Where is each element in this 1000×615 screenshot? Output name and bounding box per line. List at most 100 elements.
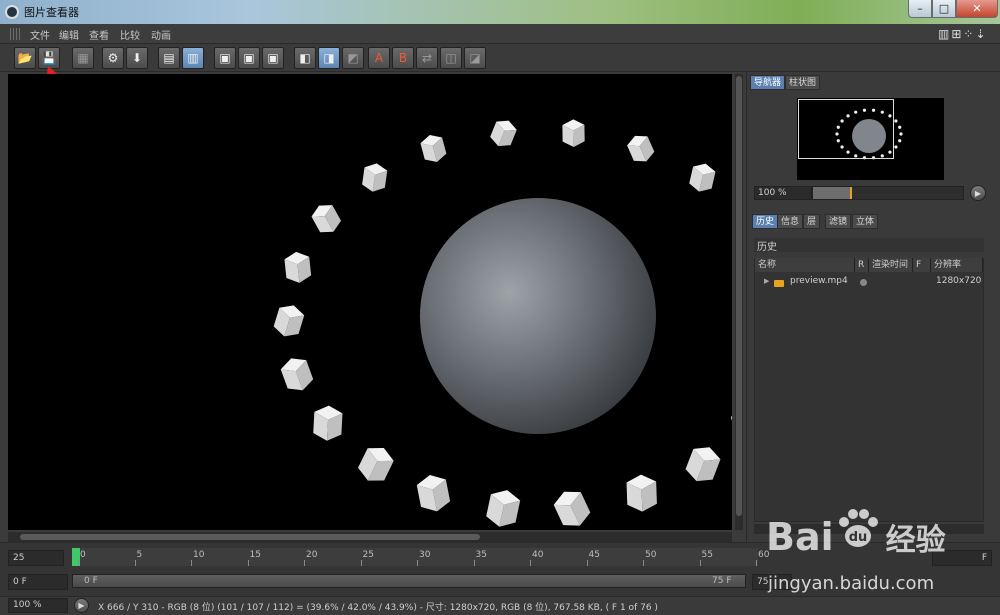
cube: [486, 490, 521, 527]
ruler-label: 25: [362, 550, 374, 560]
cube: [311, 205, 342, 233]
ruler-label: 45: [588, 550, 600, 560]
ruler-tick: [247, 560, 249, 566]
cube: [490, 120, 517, 147]
cube: [730, 406, 732, 441]
horizontal-scroll-thumb[interactable]: [20, 534, 480, 540]
ruler-tick: [643, 560, 644, 566]
col-resolution[interactable]: 分辨率: [931, 258, 983, 272]
ruler-label: 40: [532, 550, 544, 560]
window-title: 图片查看器: [24, 6, 79, 19]
cube: [280, 358, 314, 391]
filter-icon[interactable]: ◪: [464, 47, 486, 69]
play-icon[interactable]: ▶: [970, 185, 986, 201]
ruler-label: 15: [249, 550, 261, 560]
set-a-icon[interactable]: A: [368, 47, 390, 69]
image-viewport[interactable]: [8, 74, 732, 530]
navigator-zoom-field[interactable]: 100 %: [754, 186, 812, 200]
ruler-label: 35: [475, 550, 487, 560]
ruler-tick: [530, 560, 531, 566]
frame-range-bar[interactable]: [72, 574, 746, 588]
range-start-label: 0 F: [84, 576, 98, 586]
ruler-tick: [586, 560, 588, 566]
pixel-info-text: X 666 / Y 310 - RGB (8 位) (101 / 107 / 1…: [98, 603, 658, 613]
col-name[interactable]: 名称: [755, 258, 855, 272]
tab-histogram[interactable]: 柱状图: [785, 75, 821, 90]
start-frame-field[interactable]: 0 F: [8, 574, 68, 590]
maximize-button[interactable]: □: [932, 0, 956, 18]
cube: [626, 474, 657, 512]
ruler-tick: [360, 560, 362, 566]
tab-history[interactable]: 历史: [752, 214, 779, 229]
render-status-icon: [860, 279, 867, 286]
history-row-name[interactable]: preview.mp4: [790, 276, 848, 286]
rendered-image: [273, 119, 732, 527]
ruler-label: 50: [645, 550, 657, 560]
ruler-label: 0: [80, 550, 86, 560]
col-r[interactable]: R: [855, 258, 869, 272]
vertical-scroll-thumb[interactable]: [736, 76, 742, 516]
navigator-view-frame[interactable]: [798, 99, 894, 159]
open-icon[interactable]: 📂: [14, 47, 36, 69]
ruler-tick: [473, 560, 475, 566]
minimize-button[interactable]: –: [908, 0, 932, 18]
ab-split-icon[interactable]: ◨: [318, 47, 340, 69]
title-bar: [0, 0, 1000, 24]
menu-view[interactable]: 查看: [89, 27, 109, 42]
ruler-tick: [134, 560, 136, 566]
cube: [553, 491, 591, 526]
toolbar: [0, 44, 1000, 72]
ruler-label: 10: [193, 550, 205, 560]
tab-filter[interactable]: 滤镜: [825, 214, 852, 229]
baidu-paw-logo: du: [839, 509, 878, 547]
zoom-slider-fill: [813, 187, 850, 199]
grip-icon[interactable]: [10, 28, 20, 40]
layers-icon[interactable]: ▤: [158, 47, 180, 69]
ruler-tick: [417, 560, 418, 566]
status-play-icon[interactable]: ▶: [74, 598, 89, 613]
frame-a-icon[interactable]: ▣: [214, 47, 236, 69]
ab-compare-icon[interactable]: ◧: [294, 47, 316, 69]
history-heading: 历史: [754, 238, 984, 253]
history-table: [754, 258, 984, 522]
svg-text:du: du: [849, 530, 868, 545]
frame-b-icon[interactable]: ▣: [238, 47, 260, 69]
ruler-label: 30: [419, 550, 431, 560]
menu-compare[interactable]: 比较: [120, 27, 140, 42]
fps-field[interactable]: 25: [8, 550, 64, 566]
col-render-time[interactable]: 渲染时间: [869, 258, 913, 272]
tab-stereo[interactable]: 立体: [852, 214, 879, 229]
tab-layers[interactable]: 层: [803, 214, 821, 229]
expand-icon[interactable]: ▶: [764, 277, 769, 285]
stack-icon[interactable]: ▥: [182, 47, 204, 69]
ruler-tick: [699, 560, 701, 566]
set-b-icon[interactable]: B: [392, 47, 414, 69]
zoom-slider-handle[interactable]: [850, 187, 852, 199]
cube: [685, 447, 721, 482]
history-row-resolution: 1280x720: [936, 276, 982, 286]
render-region-icon[interactable]: ⬇: [126, 47, 148, 69]
status-zoom-field[interactable]: 100 %: [8, 598, 68, 613]
render-settings-icon[interactable]: ⚙: [102, 47, 124, 69]
cube: [689, 163, 716, 192]
baidu-url: jingyan.baidu.com: [768, 573, 935, 594]
menu-edit[interactable]: 编辑: [59, 27, 79, 42]
layout-icons[interactable]: ▥⊞⁘⇣: [938, 27, 988, 41]
close-button[interactable]: ✕: [956, 0, 998, 18]
swap-icon[interactable]: ⇄: [416, 47, 438, 69]
cube: [562, 119, 585, 147]
cube: [313, 405, 343, 441]
tab-navigator[interactable]: 导航器: [750, 75, 786, 90]
ruler-label: 5: [136, 550, 143, 560]
tab-info[interactable]: 信息: [777, 214, 804, 229]
channel-icon[interactable]: ◫: [440, 47, 462, 69]
frame-c-icon[interactable]: ▣: [262, 47, 284, 69]
cube: [420, 134, 447, 162]
ab-toggle-icon[interactable]: ◩: [342, 47, 364, 69]
menu-animation[interactable]: 动画: [151, 27, 171, 42]
ruler-tick: [304, 560, 305, 566]
cube: [627, 135, 655, 162]
ruler-label: 20: [306, 550, 318, 560]
menu-file[interactable]: 文件: [30, 27, 50, 42]
col-f[interactable]: F: [913, 258, 931, 272]
